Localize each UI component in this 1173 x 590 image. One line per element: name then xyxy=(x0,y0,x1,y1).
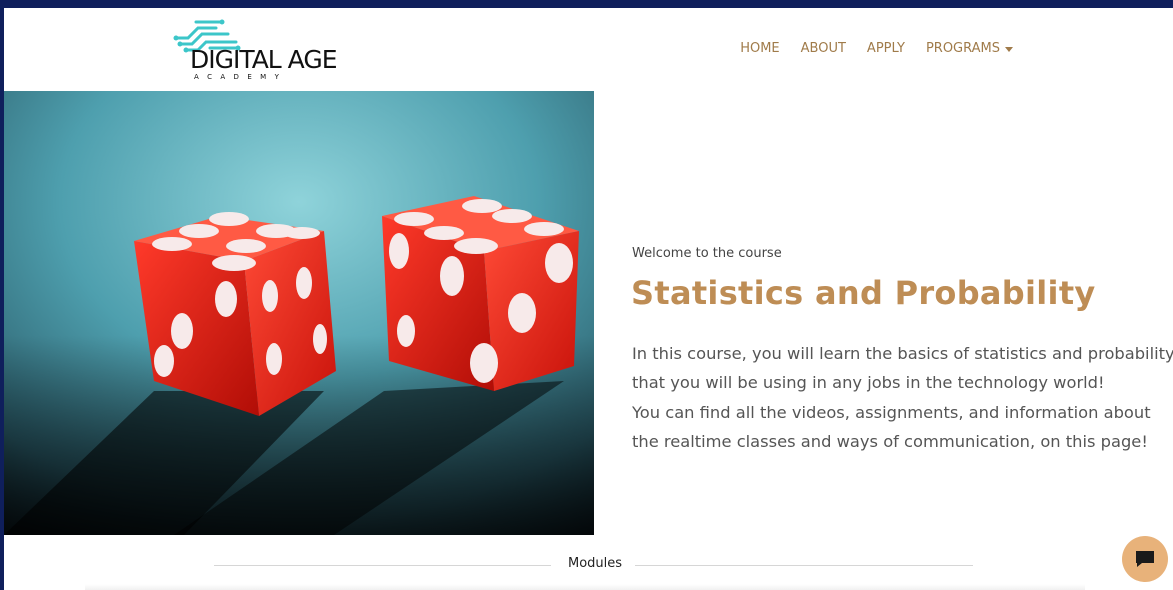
course-description: In this course, you will learn the basic… xyxy=(632,339,1173,456)
content-card-edge xyxy=(85,584,1085,590)
chat-bubble-icon xyxy=(1136,551,1154,567)
description-line: that you will be using in any jobs in th… xyxy=(632,373,1105,393)
nav-programs-label: PROGRAMS xyxy=(925,41,1000,56)
brand-subtitle: ACADEMY xyxy=(194,73,288,81)
divider-left xyxy=(214,565,551,566)
nav-home[interactable]: HOME xyxy=(740,40,779,58)
modules-section-header: Modules xyxy=(214,555,973,575)
right-die xyxy=(382,196,579,391)
caret-down-icon xyxy=(1005,46,1013,52)
description-line: You can find all the videos, assignments… xyxy=(632,402,1151,422)
divider-right xyxy=(635,565,973,566)
description-line: In this course, you will learn the basic… xyxy=(632,344,1173,363)
main-nav: HOME ABOUT APPLY PROGRAMS xyxy=(719,40,1013,58)
welcome-text: Welcome to the course xyxy=(632,246,782,261)
brand-name: DIGITAL AGE xyxy=(190,45,338,74)
nav-about[interactable]: ABOUT xyxy=(801,40,846,58)
chat-button[interactable] xyxy=(1122,536,1168,582)
nav-programs[interactable]: PROGRAMS xyxy=(926,40,1013,58)
course-title: Statistics and Probability xyxy=(631,274,1096,312)
dice-illustration xyxy=(4,91,594,535)
hero-image-dice xyxy=(4,91,594,535)
modules-heading: Modules xyxy=(568,556,623,571)
brand-logo[interactable]: DIGITAL AGE ACADEMY xyxy=(172,16,338,82)
top-frame-strip xyxy=(0,0,1173,8)
nav-apply[interactable]: APPLY xyxy=(867,40,905,58)
description-line: the realtime classes and ways of communi… xyxy=(632,431,1148,451)
